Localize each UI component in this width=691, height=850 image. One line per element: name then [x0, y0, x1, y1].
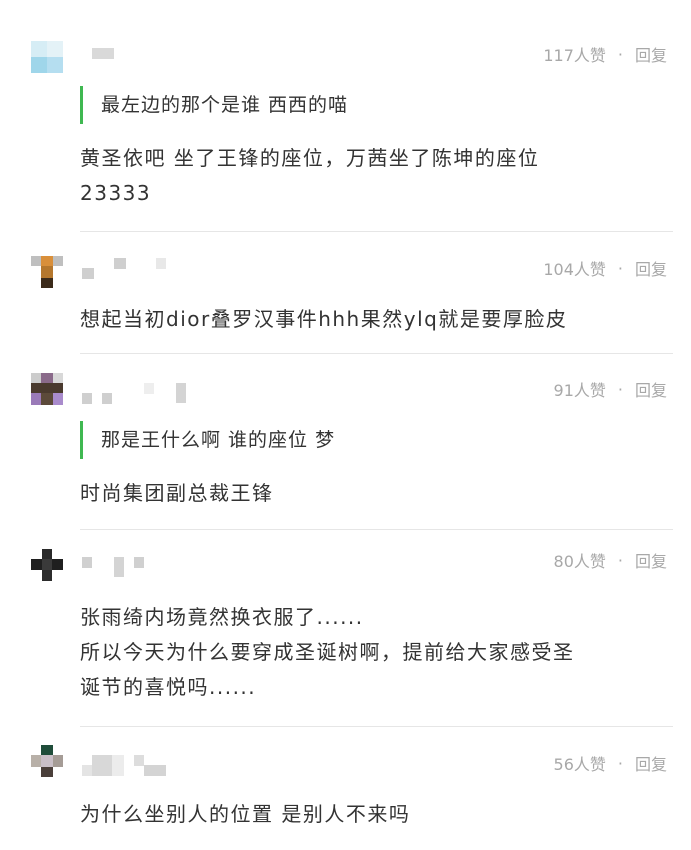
- comment-body: 黄圣依吧 坐了王锋的座位，万茜坐了陈坤的座位 23333: [80, 141, 680, 211]
- comment-body: 时尚集团副总裁王锋: [80, 476, 680, 511]
- comment-line: 23333: [80, 181, 152, 205]
- comment-meta: 80人赞 · 回复: [554, 548, 667, 572]
- reply-button[interactable]: 回复: [635, 256, 667, 280]
- like-count[interactable]: 104人赞: [543, 256, 606, 280]
- divider: [80, 726, 673, 727]
- meta-separator: ·: [617, 753, 623, 773]
- comment-line: 想起当初dior叠罗汉事件hhh果然ylq就是要厚脸皮: [80, 307, 568, 331]
- meta-separator: ·: [617, 379, 623, 399]
- comment-line: 为什么坐别人的位置 是别人不来吗: [80, 802, 411, 826]
- username-redacted[interactable]: [80, 755, 180, 776]
- username-redacted[interactable]: [80, 258, 170, 279]
- comment-line: 所以今天为什么要穿成圣诞树啊，提前给大家感受圣: [80, 640, 575, 664]
- like-count[interactable]: 91人赞: [554, 377, 606, 401]
- meta-separator: ·: [617, 550, 623, 570]
- reply-button[interactable]: 回复: [635, 548, 667, 572]
- comment-line: 黄圣依吧 坐了王锋的座位，万茜坐了陈坤的座位: [80, 146, 540, 170]
- comment-line: 张雨绮内场竟然换衣服了......: [80, 605, 364, 629]
- username-redacted[interactable]: [80, 48, 120, 62]
- avatar[interactable]: [31, 373, 63, 405]
- avatar[interactable]: [31, 256, 63, 288]
- comment-line: 时尚集团副总裁王锋: [80, 481, 274, 505]
- comment-meta: 117人赞 · 回复: [543, 42, 667, 66]
- comment-body: 为什么坐别人的位置 是别人不来吗: [80, 797, 680, 832]
- reply-button[interactable]: 回复: [635, 377, 667, 401]
- comment-line: 诞节的喜悦吗......: [80, 675, 257, 699]
- comment-body: 想起当初dior叠罗汉事件hhh果然ylq就是要厚脸皮: [80, 302, 680, 337]
- like-count[interactable]: 117人赞: [543, 42, 606, 66]
- comment-body: 张雨绮内场竟然换衣服了...... 所以今天为什么要穿成圣诞树啊，提前给大家感受…: [80, 600, 680, 705]
- username-redacted[interactable]: [80, 557, 170, 577]
- divider: [80, 231, 673, 232]
- quoted-comment: 最左边的那个是谁 西西的喵: [80, 86, 660, 124]
- reply-button[interactable]: 回复: [635, 751, 667, 775]
- avatar[interactable]: [31, 41, 63, 73]
- avatar[interactable]: [31, 745, 63, 777]
- quoted-comment: 那是王什么啊 谁的座位 梦: [80, 421, 660, 459]
- reply-button[interactable]: 回复: [635, 42, 667, 66]
- comment-meta: 91人赞 · 回复: [554, 377, 667, 401]
- avatar[interactable]: [31, 549, 63, 581]
- like-count[interactable]: 56人赞: [554, 751, 606, 775]
- comment-meta: 56人赞 · 回复: [554, 751, 667, 775]
- comment-meta: 104人赞 · 回复: [543, 256, 667, 280]
- divider: [80, 529, 673, 530]
- username-redacted[interactable]: [80, 383, 190, 404]
- like-count[interactable]: 80人赞: [554, 548, 606, 572]
- meta-separator: ·: [617, 44, 623, 64]
- meta-separator: ·: [617, 258, 623, 278]
- divider: [80, 353, 673, 354]
